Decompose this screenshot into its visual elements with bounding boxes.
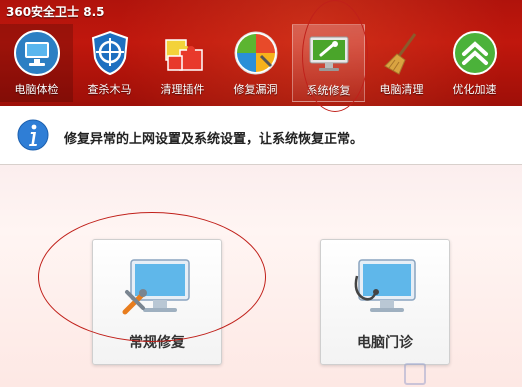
info-icon [17, 119, 49, 151]
puzzle-icon [164, 39, 203, 71]
window-title: 360安全卫士 8.5 [6, 5, 105, 19]
tool-label: 优化加速 [452, 83, 497, 96]
tool-trojan-scan[interactable]: 查杀木马 [73, 24, 146, 102]
app-window: 360安全卫士 8.5 电脑体检 查杀木马 清理插件 修复漏洞 系统修复 电脑清… [0, 0, 522, 387]
tool-optimize-speed[interactable]: 优化加速 [438, 24, 511, 102]
annotation-ellipse-toolbar [302, 0, 368, 112]
tool-label: 查杀木马 [87, 83, 132, 96]
main-toolbar: 电脑体检 查杀木马 清理插件 修复漏洞 系统修复 电脑清理 优化加速 [0, 24, 522, 102]
watermark-logo [404, 363, 426, 385]
tool-label: 电脑体检 [14, 83, 59, 96]
annotation-ellipse-card [38, 212, 266, 342]
tool-fix-vulnerabilities[interactable]: 修复漏洞 [219, 24, 292, 102]
window-controls [489, 3, 516, 15]
broom-icon [383, 33, 416, 75]
tool-clean-plugins[interactable]: 清理插件 [146, 24, 219, 102]
chevron-up-circle-icon [452, 31, 497, 75]
tool-label: 修复漏洞 [233, 83, 278, 96]
monitor-check-icon [13, 30, 60, 76]
computer-clinic-button[interactable]: 电脑门诊 [320, 239, 450, 365]
tool-label: 清理插件 [160, 83, 205, 96]
card-label: 电脑门诊 [357, 335, 413, 351]
tool-label: 电脑清理 [379, 83, 424, 96]
info-bar: 修复异常的上网设置及系统设置，让系统恢复正常。 [0, 106, 522, 165]
header-bar: 360安全卫士 8.5 电脑体检 查杀木马 清理插件 修复漏洞 系统修复 电脑清… [0, 0, 522, 106]
minimize-icon[interactable] [489, 3, 501, 15]
close-icon[interactable] [504, 3, 516, 15]
windows-shield-icon [234, 31, 277, 75]
tool-computer-cleanup[interactable]: 电脑清理 [365, 24, 438, 102]
tool-computer-checkup[interactable]: 电脑体检 [0, 24, 73, 102]
shield-target-icon [91, 30, 128, 76]
monitor-stethoscope-icon [354, 259, 416, 312]
info-description: 修复异常的上网设置及系统设置，让系统恢复正常。 [64, 132, 364, 147]
